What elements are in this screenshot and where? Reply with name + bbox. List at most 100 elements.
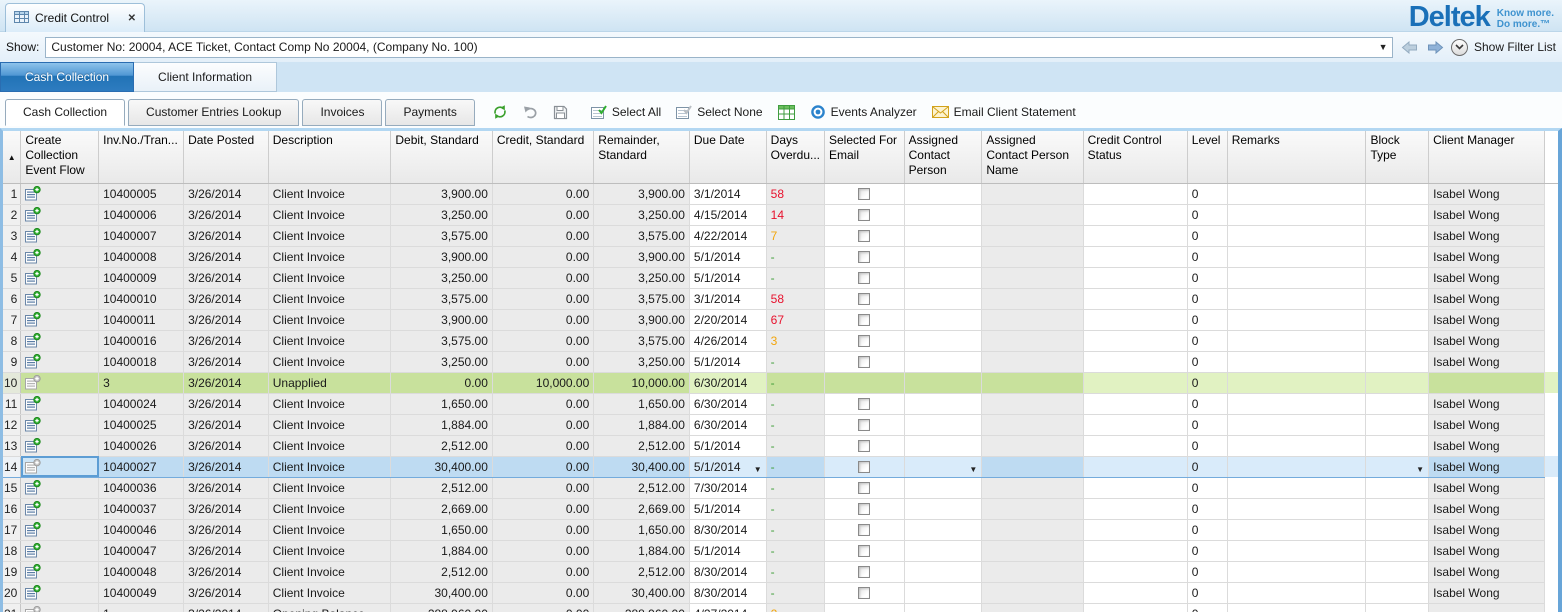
- row-number[interactable]: 2: [3, 204, 21, 225]
- cell-debit[interactable]: 3,250.00: [391, 351, 493, 372]
- cell-selected-for-email[interactable]: [825, 204, 905, 225]
- cell-remarks[interactable]: [1227, 204, 1366, 225]
- cell-description[interactable]: Client Invoice: [268, 351, 391, 372]
- cell-date-posted[interactable]: 3/26/2014: [184, 414, 269, 435]
- cell-block-type[interactable]: [1366, 603, 1429, 612]
- cell-level[interactable]: 0: [1187, 372, 1227, 393]
- table-icon[interactable]: [772, 100, 801, 124]
- column-header-description[interactable]: Description: [268, 131, 391, 183]
- cell-assigned-contact-person-name[interactable]: [982, 435, 1083, 456]
- cell-assigned-contact-person[interactable]: [904, 477, 982, 498]
- cell-inv-no[interactable]: 10400049: [99, 582, 184, 603]
- cell-block-type[interactable]: [1366, 267, 1429, 288]
- cell-date-posted[interactable]: 3/26/2014: [184, 267, 269, 288]
- cell-days-overdue[interactable]: -: [766, 519, 824, 540]
- cell-remainder[interactable]: 30,400.00: [594, 582, 690, 603]
- cell-remainder[interactable]: 2,512.00: [594, 435, 690, 456]
- cell-event-flow[interactable]: [21, 582, 99, 603]
- cell-event-flow[interactable]: [21, 456, 99, 477]
- column-header-debit[interactable]: Debit, Standard: [391, 131, 493, 183]
- cell-event-flow[interactable]: [21, 414, 99, 435]
- cell-debit[interactable]: 30,400.00: [391, 456, 493, 477]
- cell-credit[interactable]: 0.00: [492, 225, 593, 246]
- cell-debit[interactable]: 3,900.00: [391, 183, 493, 204]
- cell-event-flow[interactable]: [21, 204, 99, 225]
- cell-date-posted[interactable]: 3/26/2014: [184, 603, 269, 612]
- cell-debit[interactable]: 1,884.00: [391, 540, 493, 561]
- cell-credit-control-status[interactable]: [1083, 456, 1187, 477]
- cell-due-date[interactable]: 4/22/2014: [689, 225, 766, 246]
- cell-remainder[interactable]: 3,900.00: [594, 309, 690, 330]
- cell-remainder[interactable]: 10,000.00: [594, 372, 690, 393]
- cell-client-manager[interactable]: Isabel Wong: [1429, 309, 1545, 330]
- cell-client-manager[interactable]: Isabel Wong: [1429, 351, 1545, 372]
- cell-credit[interactable]: 0.00: [492, 519, 593, 540]
- cell-level[interactable]: 0: [1187, 225, 1227, 246]
- cell-days-overdue[interactable]: -: [766, 414, 824, 435]
- cell-credit[interactable]: 10,000.00: [492, 372, 593, 393]
- cell-debit[interactable]: 0.00: [391, 372, 493, 393]
- cell-assigned-contact-person[interactable]: [904, 351, 982, 372]
- column-header-credit[interactable]: Credit, Standard: [492, 131, 593, 183]
- cell-date-posted[interactable]: 3/26/2014: [184, 540, 269, 561]
- subtab-customer-entries-lookup[interactable]: Customer Entries Lookup: [128, 99, 299, 126]
- cell-date-posted[interactable]: 3/26/2014: [184, 246, 269, 267]
- cell-event-flow[interactable]: [21, 183, 99, 204]
- selected-for-email-checkbox[interactable]: [858, 545, 870, 557]
- cell-credit-control-status[interactable]: [1083, 603, 1187, 612]
- cell-assigned-contact-person[interactable]: [904, 288, 982, 309]
- cell-assigned-contact-person[interactable]: [904, 393, 982, 414]
- cell-credit[interactable]: 0.00: [492, 498, 593, 519]
- cell-date-posted[interactable]: 3/26/2014: [184, 393, 269, 414]
- cell-days-overdue[interactable]: -: [766, 582, 824, 603]
- cell-assigned-contact-person[interactable]: [904, 204, 982, 225]
- cell-remarks[interactable]: [1227, 372, 1366, 393]
- cell-description[interactable]: Client Invoice: [268, 183, 391, 204]
- cell-credit[interactable]: 0.00: [492, 540, 593, 561]
- create-collection-event-icon[interactable]: [25, 415, 41, 435]
- cell-client-manager[interactable]: Isabel Wong: [1429, 393, 1545, 414]
- column-header-days-overdue[interactable]: Days Overdu...: [766, 131, 824, 183]
- create-collection-event-icon[interactable]: [25, 436, 41, 456]
- cell-description[interactable]: Unapplied: [268, 372, 391, 393]
- create-collection-event-icon[interactable]: [25, 520, 41, 540]
- cell-selected-for-email[interactable]: [825, 393, 905, 414]
- cell-selected-for-email[interactable]: [825, 540, 905, 561]
- cell-assigned-contact-person-name[interactable]: [982, 603, 1083, 612]
- row-number[interactable]: 9: [3, 351, 21, 372]
- cell-assigned-contact-person-name[interactable]: [982, 309, 1083, 330]
- cell-assigned-contact-person-name[interactable]: [982, 225, 1083, 246]
- cell-selected-for-email[interactable]: [825, 330, 905, 351]
- column-header-inv-no[interactable]: Inv.No./Tran...: [99, 131, 184, 183]
- cell-inv-no[interactable]: 10400047: [99, 540, 184, 561]
- cell-client-manager[interactable]: Isabel Wong: [1429, 225, 1545, 246]
- cell-description[interactable]: Client Invoice: [268, 456, 391, 477]
- cell-credit-control-status[interactable]: [1083, 393, 1187, 414]
- cell-assigned-contact-person[interactable]: [904, 498, 982, 519]
- cell-inv-no[interactable]: 10400046: [99, 519, 184, 540]
- subtab-cash-collection[interactable]: Cash Collection: [5, 99, 125, 126]
- cell-client-manager[interactable]: Isabel Wong: [1429, 204, 1545, 225]
- cell-client-manager[interactable]: Isabel Wong: [1429, 246, 1545, 267]
- sort-indicator-header[interactable]: ▲: [3, 131, 21, 183]
- cell-description[interactable]: Client Invoice: [268, 498, 391, 519]
- cell-date-posted[interactable]: 3/26/2014: [184, 330, 269, 351]
- cell-date-posted[interactable]: 3/26/2014: [184, 561, 269, 582]
- cell-credit[interactable]: 0.00: [492, 309, 593, 330]
- cell-level[interactable]: 0: [1187, 477, 1227, 498]
- cell-inv-no[interactable]: 3: [99, 372, 184, 393]
- cell-credit-control-status[interactable]: [1083, 519, 1187, 540]
- cell-description[interactable]: Client Invoice: [268, 414, 391, 435]
- cell-level[interactable]: 0: [1187, 246, 1227, 267]
- cell-remainder[interactable]: 3,900.00: [594, 246, 690, 267]
- cell-debit[interactable]: 3,250.00: [391, 267, 493, 288]
- cell-remainder[interactable]: 2,669.00: [594, 498, 690, 519]
- cell-level[interactable]: 0: [1187, 540, 1227, 561]
- cell-assigned-contact-person[interactable]: [904, 330, 982, 351]
- cell-client-manager[interactable]: [1429, 603, 1545, 612]
- cell-credit-control-status[interactable]: [1083, 372, 1187, 393]
- selected-for-email-checkbox[interactable]: [858, 587, 870, 599]
- selected-for-email-checkbox[interactable]: [858, 188, 870, 200]
- cell-remarks[interactable]: [1227, 561, 1366, 582]
- cell-inv-no[interactable]: 10400026: [99, 435, 184, 456]
